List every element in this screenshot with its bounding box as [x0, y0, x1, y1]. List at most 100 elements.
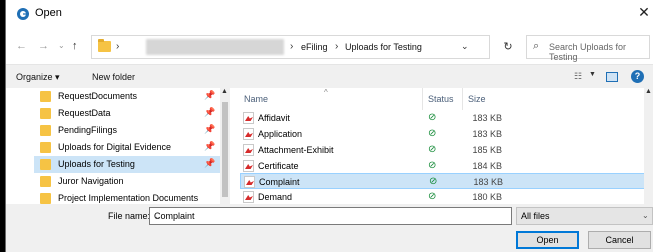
sidebar-item-label: Juror Navigation — [58, 176, 124, 186]
file-size: 183 KB — [472, 113, 502, 123]
pdf-file-icon — [244, 176, 255, 188]
folder-icon — [40, 125, 51, 136]
app-icon — [17, 8, 29, 20]
breadcrumb-separator: › — [290, 41, 294, 52]
sidebar-item-label: Uploads for Digital Evidence — [58, 142, 172, 152]
column-divider[interactable] — [462, 88, 463, 110]
sync-status-icon: ⊘ — [428, 191, 437, 202]
file-name: Complaint — [259, 177, 300, 187]
file-list-scrollbar[interactable]: ▲ — [644, 88, 653, 204]
file-size: 184 KB — [472, 161, 502, 171]
file-row-application[interactable]: Application ⊘ 183 KB — [240, 126, 646, 142]
folder-icon — [98, 39, 111, 52]
sidebar-item-label: Project Implementation Documents — [58, 193, 199, 203]
pdf-file-icon — [243, 191, 254, 203]
folder-icon — [40, 176, 51, 187]
sidebar-item-juror-navigation[interactable]: Juror Navigation — [34, 173, 224, 190]
pdf-file-icon — [243, 128, 254, 140]
file-row-affidavit[interactable]: Affidavit ⊘ 183 KB — [240, 110, 646, 126]
chevron-down-icon: ⌄ — [642, 211, 649, 220]
sync-status-icon: ⊘ — [429, 176, 438, 187]
forward-arrow-icon[interactable]: → — [38, 40, 49, 52]
open-button[interactable]: Open — [516, 231, 579, 249]
breadcrumb-efiling[interactable]: eFiling — [301, 42, 328, 52]
address-dropdown-icon[interactable]: ⌄ — [461, 41, 469, 52]
scrollbar-thumb[interactable] — [222, 102, 228, 197]
folder-icon — [40, 108, 51, 119]
file-name: Certificate — [258, 161, 299, 171]
preview-pane-icon[interactable] — [606, 72, 618, 82]
back-arrow-icon[interactable]: ← — [16, 40, 27, 52]
pdf-file-icon — [243, 144, 254, 156]
scroll-up-icon[interactable]: ▲ — [645, 88, 652, 95]
close-button[interactable]: ✕ — [634, 3, 653, 23]
pin-icon: 📌 — [204, 107, 216, 117]
file-row-certificate[interactable]: Certificate ⊘ 184 KB — [240, 158, 646, 174]
column-header-status[interactable]: Status — [428, 94, 454, 104]
new-folder-button[interactable]: New folder — [92, 72, 135, 82]
sidebar-item-uploads-for-digital-evidence[interactable]: Uploads for Digital Evidence 📌 — [34, 139, 224, 156]
breadcrumb-separator: › — [335, 41, 339, 52]
file-name-dropdown-icon[interactable]: ⌄ — [154, 211, 162, 222]
scroll-up-icon[interactable]: ▲ — [221, 88, 228, 95]
sync-status-icon: ⊘ — [428, 160, 437, 171]
navigation-scrollbar[interactable]: ▲ — [220, 88, 230, 204]
sidebar-item-project-implementation-documents[interactable]: Project Implementation Documents — [34, 190, 224, 204]
help-icon[interactable]: ? — [631, 70, 644, 83]
sidebar-item-pendingfilings[interactable]: PendingFilings 📌 — [34, 122, 224, 139]
sidebar-item-label: PendingFilings — [58, 125, 118, 135]
cancel-button[interactable]: Cancel — [588, 231, 651, 249]
column-header-size[interactable]: Size — [468, 94, 486, 104]
file-name: Affidavit — [258, 113, 290, 123]
column-divider[interactable] — [422, 88, 423, 110]
redacted-path — [146, 39, 284, 55]
file-name-field[interactable]: Complaint ⌄ — [149, 207, 512, 225]
file-list: ^ Name Status Size Affidavit ⊘ 183 KB Ap… — [230, 88, 653, 204]
window-title: Open — [35, 7, 62, 19]
title-bar: Open ✕ — [6, 0, 653, 28]
folder-icon — [40, 142, 51, 153]
breadcrumb-separator: › — [116, 41, 120, 52]
sort-ascending-icon: ^ — [324, 88, 328, 97]
sync-status-icon: ⊘ — [428, 128, 437, 139]
pin-icon: 📌 — [204, 158, 216, 168]
file-row-demand[interactable]: Demand ⊘ 180 KB — [240, 189, 646, 204]
sidebar-item-label: Uploads for Testing — [58, 159, 135, 169]
sidebar-item-requestdocuments[interactable]: RequestDocuments 📌 — [34, 88, 224, 105]
dialog-footer: File name: Complaint ⌄ All files ⌄ Open … — [6, 204, 653, 252]
sync-status-icon: ⊘ — [428, 112, 437, 123]
folder-icon — [40, 193, 51, 204]
file-type-filter-value: All files — [521, 211, 550, 221]
sidebar-item-uploads-for-testing[interactable]: Uploads for Testing 📌 — [34, 156, 224, 173]
up-arrow-icon[interactable]: ↑ — [72, 40, 78, 52]
file-size: 183 KB — [472, 129, 502, 139]
navigation-pane: RequestDocuments 📌 RequestData 📌 Pending… — [6, 88, 230, 204]
sidebar-item-label: RequestData — [58, 108, 111, 118]
file-size: 183 KB — [473, 177, 503, 187]
organize-button[interactable]: Organize ▾ — [16, 72, 60, 83]
view-options-icon[interactable]: ☷ — [574, 71, 582, 82]
folder-icon — [40, 91, 51, 102]
address-bar[interactable]: › › eFiling › Uploads for Testing ⌄ — [91, 35, 490, 59]
pdf-file-icon — [243, 112, 254, 124]
pin-icon: 📌 — [204, 124, 216, 134]
file-row-attachment-exhibit[interactable]: Attachment-Exhibit ⊘ 185 KB — [240, 142, 646, 158]
file-type-filter-select[interactable]: All files ⌄ — [516, 207, 653, 225]
file-name: Demand — [258, 192, 293, 202]
open-file-dialog: Open ✕ ← → ⌄ ↑ › › eFiling › Uploads for… — [5, 0, 653, 252]
sidebar-item-requestdata[interactable]: RequestData 📌 — [34, 105, 224, 122]
command-toolbar: Organize ▾ New folder ☷ ▼ ? — [6, 64, 653, 88]
column-header-name[interactable]: Name — [244, 94, 268, 104]
sync-status-icon: ⊘ — [428, 144, 437, 155]
file-name-label: File name: — [108, 211, 151, 221]
search-placeholder: Search Uploads for Testing — [549, 42, 627, 62]
file-name: Application — [258, 129, 303, 139]
refresh-icon[interactable]: ↻ — [496, 35, 520, 59]
pdf-file-icon — [243, 160, 254, 172]
breadcrumb-uploads-for-testing[interactable]: Uploads for Testing — [345, 42, 422, 52]
search-icon: ⌕ — [533, 40, 540, 52]
view-dropdown-icon[interactable]: ▼ — [589, 71, 596, 78]
file-row-complaint[interactable]: Complaint ⊘ 183 KB — [240, 173, 646, 189]
search-input[interactable]: ⌕ Search Uploads for Testing — [526, 35, 650, 62]
recent-locations-dropdown-icon[interactable]: ⌄ — [58, 41, 65, 50]
